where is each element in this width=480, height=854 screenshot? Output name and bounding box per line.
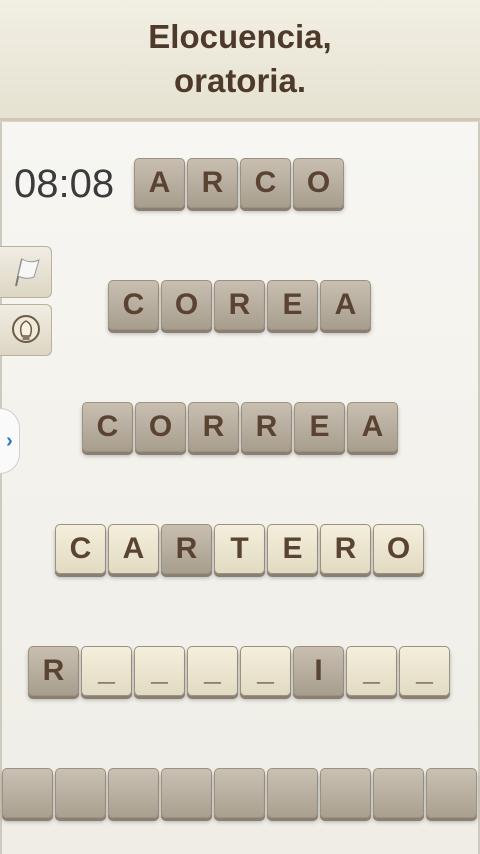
- empty-tile[interactable]: [161, 768, 212, 818]
- letter-tile: O: [293, 158, 344, 208]
- letter-tile: C: [240, 158, 291, 208]
- word-row-4: CARTERO: [55, 524, 424, 574]
- letter-tile[interactable]: _: [346, 646, 397, 696]
- letter-tile: A: [347, 402, 398, 452]
- empty-tile[interactable]: [214, 768, 265, 818]
- letter-tile: O: [373, 524, 424, 574]
- letter-tile: R: [188, 402, 239, 452]
- flag-icon: [14, 258, 40, 287]
- letter-tile: O: [161, 280, 212, 330]
- letter-tile: A: [320, 280, 371, 330]
- empty-tile[interactable]: [373, 768, 424, 818]
- timer: 08:08: [14, 162, 115, 206]
- letter-tile: R: [241, 402, 292, 452]
- word-row-3: CORREA: [82, 402, 398, 452]
- empty-tile[interactable]: [320, 768, 371, 818]
- letter-tile[interactable]: _: [240, 646, 291, 696]
- letter-tile: R: [320, 524, 371, 574]
- letter-tile: R: [28, 646, 79, 696]
- letter-tile: E: [267, 280, 318, 330]
- hint-button[interactable]: [0, 304, 52, 356]
- letter-tile: A: [134, 158, 185, 208]
- give-up-button[interactable]: [0, 246, 52, 298]
- letter-tile: C: [82, 402, 133, 452]
- expand-panel-button[interactable]: ›: [0, 408, 20, 474]
- lightbulb-icon: [11, 315, 40, 343]
- letter-tile: R: [187, 158, 238, 208]
- word-row-5: R _ _ _ _ I _ _: [28, 646, 450, 696]
- letter-tile: R: [161, 524, 212, 574]
- letter-tile: C: [55, 524, 106, 574]
- letter-tile[interactable]: _: [399, 646, 450, 696]
- empty-tile[interactable]: [426, 768, 477, 818]
- letter-tile: E: [294, 402, 345, 452]
- chevron-right-icon: ›: [6, 429, 13, 452]
- game-board: [0, 122, 480, 854]
- letter-tile: C: [108, 280, 159, 330]
- header: Elocuencia, oratoria.: [0, 0, 480, 121]
- word-row-2: COREA: [108, 280, 371, 330]
- empty-tile[interactable]: [108, 768, 159, 818]
- letter-tile[interactable]: _: [81, 646, 132, 696]
- word-row-6: [2, 768, 477, 818]
- empty-tile[interactable]: [2, 768, 53, 818]
- letter-tile: A: [108, 524, 159, 574]
- word-row-1: ARCO: [134, 158, 344, 208]
- letter-tile[interactable]: _: [187, 646, 238, 696]
- puzzle-clue: Elocuencia, oratoria.: [148, 18, 332, 99]
- letter-tile: R: [214, 280, 265, 330]
- empty-tile[interactable]: [55, 768, 106, 818]
- letter-tile: T: [214, 524, 265, 574]
- empty-tile[interactable]: [267, 768, 318, 818]
- letter-tile: O: [135, 402, 186, 452]
- letter-tile: I: [293, 646, 344, 696]
- letter-tile[interactable]: _: [134, 646, 185, 696]
- letter-tile: E: [267, 524, 318, 574]
